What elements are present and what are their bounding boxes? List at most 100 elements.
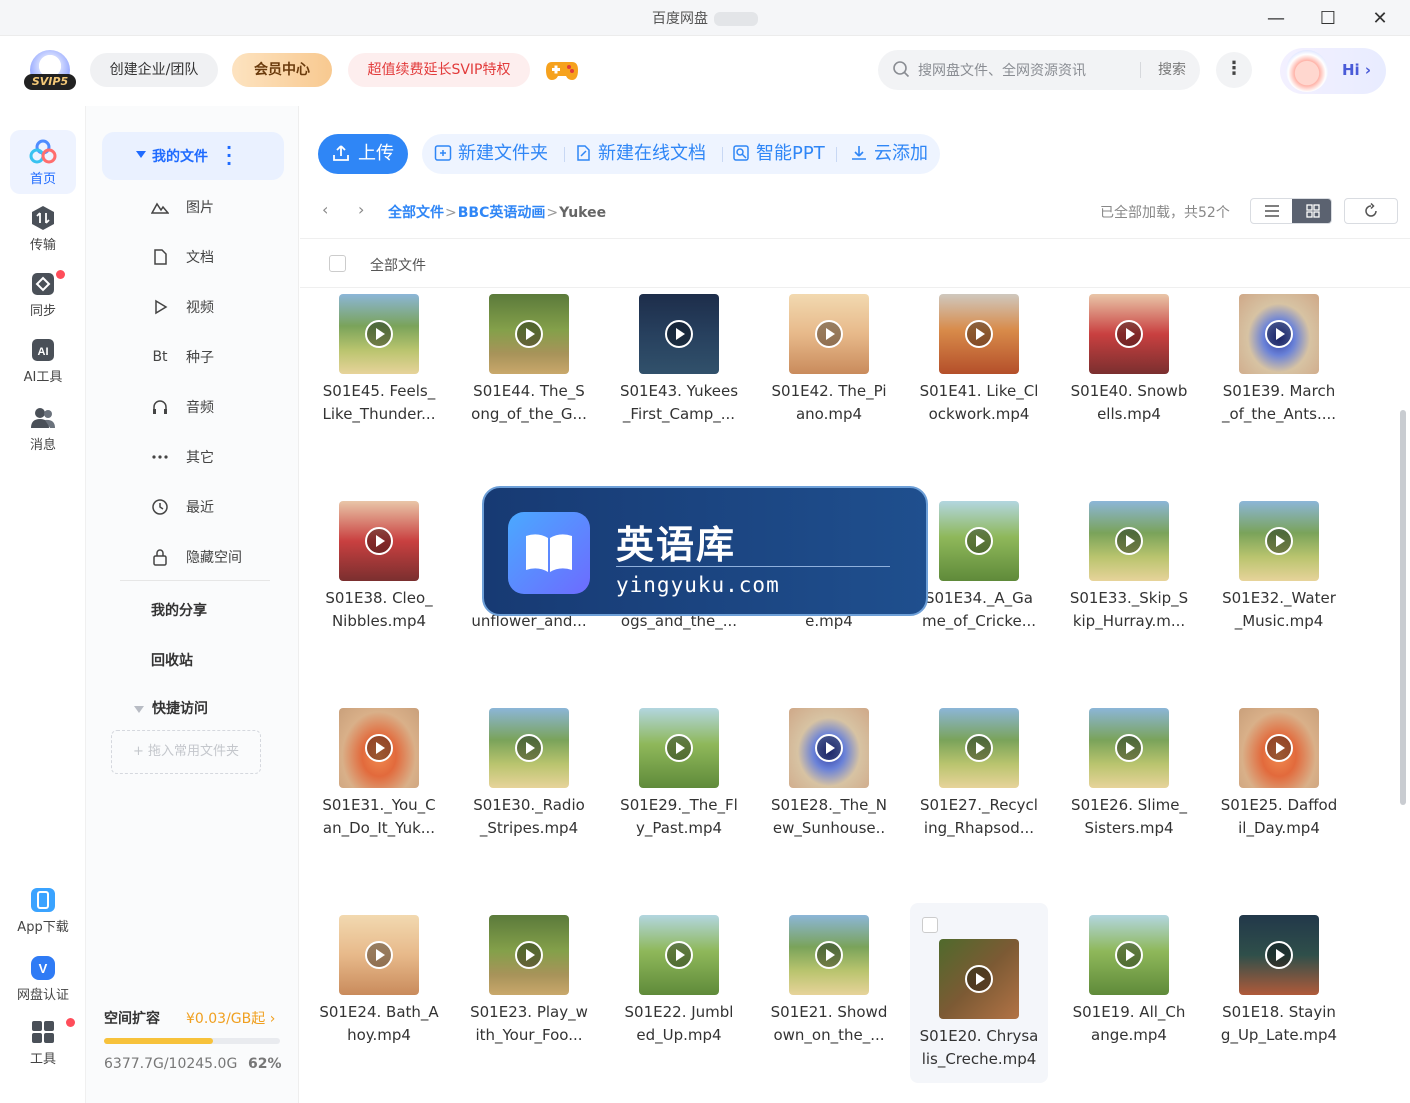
file-card[interactable]: S01E22. Jumbl ed_Up.mp4: [610, 909, 748, 1089]
list-view-button[interactable]: [1251, 199, 1292, 223]
video-thumbnail[interactable]: [339, 294, 419, 374]
file-card[interactable]: S01E30._Radio _Stripes.mp4: [460, 702, 598, 882]
more-vertical-icon[interactable]: · · ·: [226, 140, 232, 172]
rail-item-home[interactable]: 首页: [10, 130, 76, 194]
breadcrumb-root[interactable]: 全部文件: [388, 205, 444, 221]
video-thumbnail[interactable]: [789, 294, 869, 374]
video-thumbnail[interactable]: [1239, 294, 1319, 374]
nav-item-docs[interactable]: 文档: [150, 242, 214, 272]
video-thumbnail[interactable]: [789, 915, 869, 995]
video-thumbnail[interactable]: [789, 708, 869, 788]
assistant-hi-button[interactable]: Hi ›: [1280, 48, 1386, 94]
rail-item-verify[interactable]: V 网盘认证: [10, 946, 76, 1010]
file-card[interactable]: S01E27._Recycl ing_Rhapsod...: [910, 702, 1048, 882]
rail-item-transfer[interactable]: 传输: [10, 196, 76, 260]
nav-item-images[interactable]: 图片: [150, 192, 214, 222]
file-card[interactable]: S01E18. Stayin g_Up_Late.mp4: [1210, 909, 1348, 1089]
nav-item-hidden-space[interactable]: 隐藏空间: [150, 542, 242, 572]
nav-recycle-bin[interactable]: 回收站: [151, 650, 193, 670]
nav-item-recent[interactable]: 最近: [150, 492, 214, 522]
create-team-button[interactable]: 创建企业/团队: [90, 53, 218, 87]
forward-arrow-icon[interactable]: ›: [358, 200, 364, 219]
new-folder-button[interactable]: 新建文件夹: [434, 134, 548, 174]
video-thumbnail[interactable]: [639, 915, 719, 995]
file-card[interactable]: S01E28._The_N ew_Sunhouse..: [760, 702, 898, 882]
refresh-button[interactable]: [1344, 198, 1398, 224]
nav-my-files[interactable]: 我的文件 · · ·: [102, 132, 284, 180]
file-card[interactable]: S01E23. Play_w ith_Your_Foo...: [460, 909, 598, 1089]
nav-item-videos[interactable]: 视频: [150, 292, 214, 322]
video-thumbnail[interactable]: [489, 294, 569, 374]
file-card[interactable]: S01E41. Like_Cl ockwork.mp4: [910, 288, 1048, 468]
game-icon[interactable]: [544, 56, 580, 84]
file-card[interactable]: S01E24. Bath_A hoy.mp4: [310, 909, 448, 1089]
file-card[interactable]: S01E43. Yukees _First_Camp_...: [610, 288, 748, 468]
grid-view-button[interactable]: [1292, 199, 1331, 223]
file-card[interactable]: S01E32._Water _Music.mp4: [1210, 495, 1348, 675]
select-all-checkbox[interactable]: [329, 255, 346, 272]
file-card[interactable]: S01E44. The_S ong_of_the_G...: [460, 288, 598, 468]
close-button[interactable]: ✕: [1354, 0, 1406, 36]
new-online-doc-button[interactable]: 新建在线文档: [574, 134, 706, 174]
svip-logo[interactable]: SVIP5: [24, 50, 76, 92]
nav-quick-access[interactable]: 快捷访问: [134, 698, 208, 718]
rail-item-tools[interactable]: 工具: [10, 1010, 76, 1074]
video-thumbnail[interactable]: [939, 939, 1019, 1019]
back-arrow-icon[interactable]: ‹: [322, 200, 328, 219]
video-thumbnail[interactable]: [939, 708, 1019, 788]
cloud-add-button[interactable]: 云添加: [850, 134, 928, 174]
file-card[interactable]: S01E34._A_Ga me_of_Cricke...: [910, 495, 1048, 675]
file-card[interactable]: S01E40. Snowb ells.mp4: [1060, 288, 1198, 468]
file-card[interactable]: S01E29._The_Fl y_Past.mp4: [610, 702, 748, 882]
video-thumbnail[interactable]: [1239, 915, 1319, 995]
nav-item-torrents[interactable]: Bt 种子: [150, 342, 214, 372]
vertical-scrollbar[interactable]: [1400, 410, 1406, 805]
file-card[interactable]: S01E31._You_C an_Do_It_Yuk...: [310, 702, 448, 882]
search-button[interactable]: 搜索: [1146, 50, 1198, 90]
search-input[interactable]: [918, 58, 1138, 82]
video-thumbnail[interactable]: [339, 501, 419, 581]
storage-expand-label[interactable]: 空间扩容: [104, 1008, 160, 1028]
video-thumbnail[interactable]: [939, 501, 1019, 581]
video-thumbnail[interactable]: [1089, 708, 1169, 788]
file-card[interactable]: S01E25. Daffod il_Day.mp4: [1210, 702, 1348, 882]
breadcrumb-folder[interactable]: BBC英语动画: [458, 205, 546, 221]
file-card[interactable]: S01E20. Chrysa lis_Creche.mp4: [910, 903, 1048, 1083]
rail-item-app-download[interactable]: App下载: [10, 878, 76, 942]
video-thumbnail[interactable]: [1089, 501, 1169, 581]
nav-item-audio[interactable]: 音频: [150, 392, 214, 422]
storage-price-link[interactable]: ¥0.03/GB起 ›: [186, 1008, 275, 1028]
video-thumbnail[interactable]: [489, 915, 569, 995]
smart-ppt-button[interactable]: 智能PPT: [732, 134, 825, 174]
video-thumbnail[interactable]: [1239, 708, 1319, 788]
svip-promo-button[interactable]: 超值续费延长SVIP特权: [348, 53, 530, 87]
video-thumbnail[interactable]: [939, 294, 1019, 374]
more-menu-button[interactable]: ⋮: [1216, 52, 1252, 88]
file-card[interactable]: S01E45. Feels_ Like_Thunder...: [310, 288, 448, 468]
vip-center-button[interactable]: 会员中心: [232, 53, 332, 87]
nav-item-other[interactable]: 其它: [150, 442, 214, 472]
video-thumbnail[interactable]: [339, 708, 419, 788]
file-card[interactable]: S01E21. Showd own_on_the_...: [760, 909, 898, 1089]
video-thumbnail[interactable]: [639, 294, 719, 374]
video-thumbnail[interactable]: [639, 708, 719, 788]
rail-item-ai[interactable]: AI AI工具: [10, 328, 76, 392]
file-card[interactable]: S01E42. The_Pi ano.mp4: [760, 288, 898, 468]
file-card[interactable]: S01E19. All_Ch ange.mp4: [1060, 909, 1198, 1089]
file-card[interactable]: S01E39. March _of_the_Ants....: [1210, 288, 1348, 468]
video-thumbnail[interactable]: [1239, 501, 1319, 581]
video-thumbnail[interactable]: [1089, 294, 1169, 374]
video-thumbnail[interactable]: [1089, 915, 1169, 995]
search-box[interactable]: 搜索: [878, 50, 1200, 90]
video-thumbnail[interactable]: [489, 708, 569, 788]
rail-item-message[interactable]: 消息: [10, 396, 76, 460]
video-thumbnail[interactable]: [339, 915, 419, 995]
nav-my-share[interactable]: 我的分享: [151, 600, 207, 620]
minimize-button[interactable]: —: [1250, 0, 1302, 36]
file-checkbox[interactable]: [922, 917, 938, 933]
file-card[interactable]: S01E26. Slime_ Sisters.mp4: [1060, 702, 1198, 882]
upload-button[interactable]: 上传: [318, 134, 408, 174]
file-card[interactable]: S01E33._Skip_S kip_Hurray.m...: [1060, 495, 1198, 675]
quick-access-drop-zone[interactable]: + 拖入常用文件夹: [111, 730, 261, 774]
rail-item-sync[interactable]: 同步: [10, 262, 76, 326]
